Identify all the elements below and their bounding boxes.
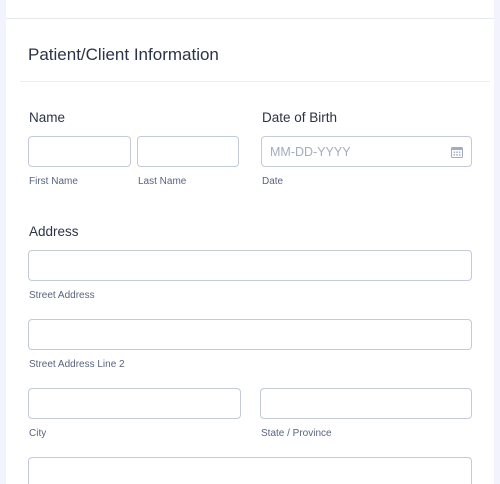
street-address-line2-input[interactable] [28, 319, 472, 350]
state-province-sublabel: State / Province [261, 428, 332, 439]
dob-label: Date of Birth [262, 110, 338, 125]
first-name-sublabel: First Name [29, 176, 78, 187]
address-label: Address [29, 224, 79, 239]
dob-sublabel: Date [262, 176, 284, 187]
dob-input[interactable]: MM-DD-YYYY [261, 136, 472, 167]
dob-placeholder: MM-DD-YYYY [270, 145, 351, 159]
last-name-sublabel: Last Name [138, 176, 187, 187]
street-address-input[interactable] [28, 250, 472, 281]
section-title: Patient/Client Information [28, 45, 219, 64]
name-label: Name [29, 110, 66, 125]
section-divider [20, 81, 490, 82]
first-name-input[interactable] [28, 136, 131, 167]
last-name-input[interactable] [137, 136, 239, 167]
city-input[interactable] [28, 388, 241, 419]
street-address-line2-sublabel: Street Address Line 2 [29, 359, 125, 370]
state-province-input[interactable] [260, 388, 472, 419]
top-divider [6, 18, 494, 19]
street-address-sublabel: Street Address [29, 290, 95, 301]
postal-code-input[interactable] [28, 457, 472, 484]
city-sublabel: City [29, 428, 47, 439]
form-card: Patient/Client Information Name First Na… [6, 0, 494, 484]
calendar-icon[interactable] [451, 146, 463, 158]
